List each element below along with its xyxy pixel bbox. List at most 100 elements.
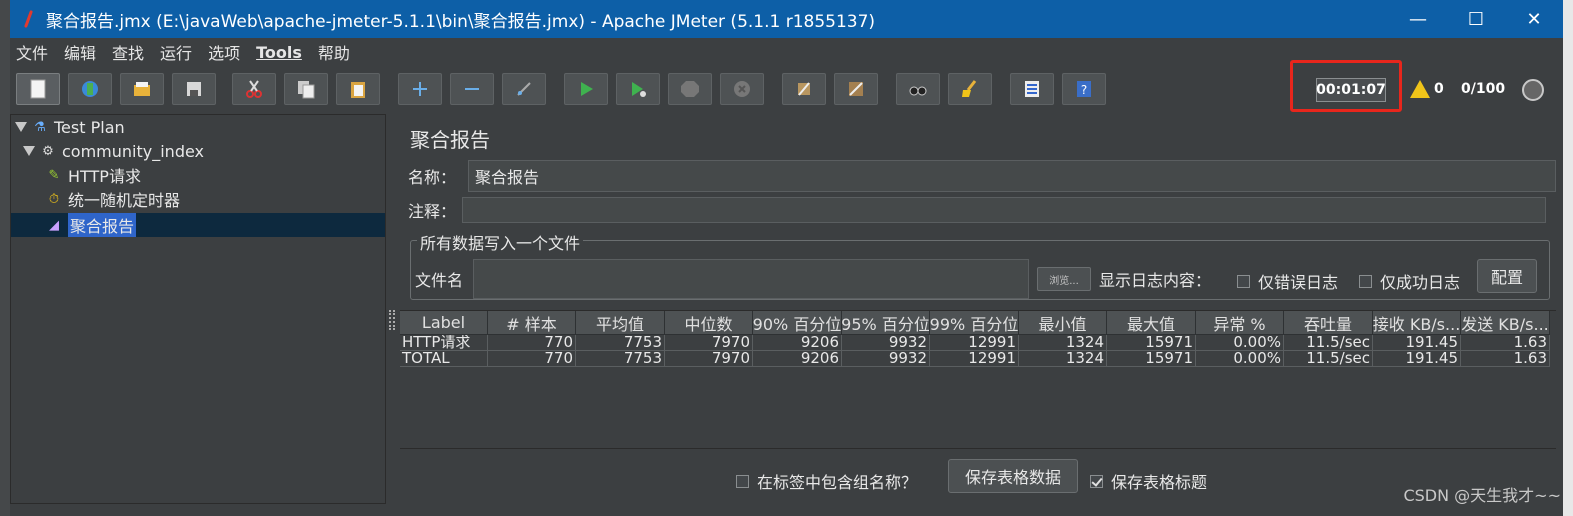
table-row[interactable]: TOTAL 770 7753 7970 9206 9932 12991 1324… <box>400 351 1550 367</box>
copy-button[interactable] <box>284 73 328 105</box>
remote-status-icon[interactable] <box>1522 79 1544 101</box>
templates-button[interactable] <box>68 73 112 105</box>
column-header[interactable]: 接收 KB/s... <box>1373 311 1461 335</box>
expand-arrow-icon[interactable] <box>15 122 27 132</box>
clear-all-button[interactable] <box>834 73 878 105</box>
menu-file[interactable]: 文件 <box>16 40 48 64</box>
column-header[interactable]: # 样本 <box>488 311 576 335</box>
save-header-option[interactable]: 保存表格标题 <box>1090 469 1207 493</box>
tree-item-timer[interactable]: ⏱ 统一随机定时器 <box>45 187 180 211</box>
tree-item-label: Test Plan <box>54 117 125 137</box>
table-row[interactable]: HTTP请求 770 7753 7970 9206 9932 12991 132… <box>400 335 1550 351</box>
browse-button[interactable]: 浏览... <box>1037 267 1091 291</box>
paste-button[interactable] <box>336 73 380 105</box>
clear-all-icon <box>849 82 863 96</box>
column-header[interactable]: 异常 % <box>1196 311 1284 335</box>
column-header[interactable]: 吞吐量 <box>1284 311 1373 335</box>
table-cell: 1324 <box>1019 351 1107 367</box>
column-header[interactable]: 95% 百分位 <box>842 311 930 335</box>
search-button[interactable] <box>896 73 940 105</box>
function-helper-button[interactable] <box>1010 73 1054 105</box>
close-button[interactable]: ✕ <box>1505 0 1563 38</box>
column-header[interactable]: 最小值 <box>1019 311 1107 335</box>
watermark: CSDN @天生我才~~ <box>1403 486 1561 505</box>
reset-search-button[interactable] <box>948 73 992 105</box>
play-icon <box>581 82 593 96</box>
errors-only-checkbox[interactable] <box>1237 274 1250 288</box>
shutdown-icon <box>734 81 750 97</box>
menu-tools[interactable]: Tools <box>256 43 302 62</box>
expand-button[interactable] <box>398 73 442 105</box>
name-field[interactable]: 聚合报告 <box>468 160 1556 192</box>
tree-item-aggregate-report[interactable]: ◢ 聚合报告 <box>45 213 137 237</box>
plus-icon <box>413 82 427 96</box>
chart-icon: ◢ <box>49 217 59 233</box>
tree-item-thread-group[interactable]: ⚙ community_index <box>23 139 204 163</box>
active-threads: 0/100 <box>1461 81 1506 97</box>
splitter-grip[interactable] <box>389 310 395 330</box>
table-cell: 1324 <box>1019 335 1107 351</box>
errors-only-option[interactable]: 仅错误日志 <box>1237 269 1338 293</box>
column-header[interactable]: Label <box>400 311 488 335</box>
jmeter-feather-icon <box>20 8 38 30</box>
panel-title: 聚合报告 <box>410 128 490 152</box>
column-header[interactable]: 发送 KB/s... <box>1461 311 1550 335</box>
shutdown-button[interactable] <box>720 73 764 105</box>
menu-edit[interactable]: 编辑 <box>64 40 96 64</box>
save-table-data-button[interactable]: 保存表格数据 <box>948 459 1078 493</box>
pencil-icon: ✎ <box>48 167 60 183</box>
maximize-button[interactable]: ☐ <box>1447 0 1505 38</box>
toggle-button[interactable] <box>502 73 546 105</box>
table-cell: 7753 <box>576 335 665 351</box>
warning-icon[interactable] <box>1410 80 1430 98</box>
minus-icon <box>465 88 479 90</box>
play-no-timers-icon <box>632 82 646 97</box>
comment-label: 注释： <box>408 202 457 221</box>
column-header[interactable]: 90% 百分位 <box>753 311 842 335</box>
table-cell: TOTAL <box>400 351 488 367</box>
stop-button[interactable] <box>668 73 712 105</box>
name-label: 名称： <box>408 168 457 187</box>
column-header[interactable]: 平均值 <box>576 311 665 335</box>
help-button[interactable]: ? <box>1062 73 1106 105</box>
results-table: Label # 样本 平均值 中位数 90% 百分位 95% 百分位 99% 百… <box>400 310 1556 448</box>
menu-help[interactable]: 帮助 <box>318 40 350 64</box>
menu-options[interactable]: 选项 <box>208 40 240 64</box>
include-group-option[interactable]: 在标签中包含组名称？ <box>736 469 917 493</box>
copy-icon <box>298 81 315 99</box>
start-button[interactable] <box>564 73 608 105</box>
menu-search[interactable]: 查找 <box>112 40 144 64</box>
include-group-checkbox[interactable] <box>736 474 749 488</box>
open-button[interactable] <box>120 73 164 105</box>
success-only-option[interactable]: 仅成功日志 <box>1359 269 1460 293</box>
configure-button[interactable]: 配置 <box>1477 259 1537 293</box>
tree-item-label: community_index <box>62 141 204 161</box>
minimize-button[interactable]: — <box>1389 0 1447 38</box>
filename-input[interactable] <box>473 259 1029 299</box>
column-header[interactable]: 最大值 <box>1107 311 1196 335</box>
tree-item-http-request[interactable]: ✎ HTTP请求 <box>45 163 141 187</box>
cut-button[interactable] <box>232 73 276 105</box>
tree-item-label: HTTP请求 <box>68 167 141 186</box>
tree-item-test-plan[interactable]: ⚗ Test Plan <box>15 115 125 139</box>
expand-arrow-icon[interactable] <box>23 146 35 156</box>
timer-icon: ⏱ <box>48 191 60 207</box>
clear-button[interactable] <box>782 73 826 105</box>
success-only-checkbox[interactable] <box>1359 274 1372 288</box>
window-bottom-border <box>10 504 1563 516</box>
column-header[interactable]: 99% 百分位 <box>930 311 1019 335</box>
collapse-button[interactable] <box>450 73 494 105</box>
new-button[interactable] <box>16 73 60 105</box>
comment-field[interactable] <box>462 197 1546 223</box>
table-cell: HTTP请求 <box>400 335 488 351</box>
background-window-edge <box>0 0 10 516</box>
help-icon: ? <box>1077 81 1091 97</box>
panel-splitter[interactable] <box>386 114 398 504</box>
menu-run[interactable]: 运行 <box>160 40 192 64</box>
tree-item-label: 聚合报告 <box>68 213 137 237</box>
column-header[interactable]: 中位数 <box>665 311 753 335</box>
save-button[interactable] <box>172 73 216 105</box>
save-header-checkbox[interactable] <box>1090 474 1103 488</box>
fileset-legend: 所有数据写入一个文件 <box>417 230 584 254</box>
start-no-pause-button[interactable] <box>616 73 660 105</box>
